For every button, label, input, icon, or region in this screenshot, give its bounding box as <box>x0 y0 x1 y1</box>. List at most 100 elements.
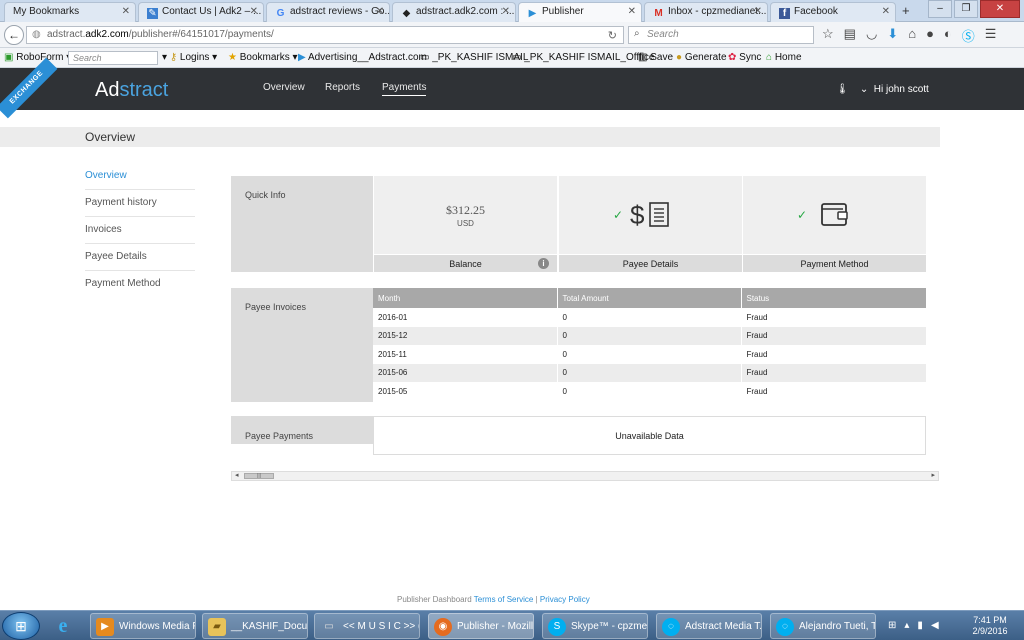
close-icon[interactable]: ✕ <box>882 6 890 17</box>
payee-details-icon: $ <box>630 200 669 230</box>
wallet-icon <box>821 203 848 226</box>
close-icon[interactable]: ✕ <box>122 6 130 17</box>
network-icon[interactable]: ▮ <box>917 620 923 631</box>
reading-list-icon[interactable]: ▤ <box>844 26 856 45</box>
windows-start-icon[interactable]: ⊞ <box>2 612 40 640</box>
browser-search-input[interactable]: ⌕ Search <box>628 26 814 44</box>
close-icon[interactable]: ✕ <box>376 6 384 17</box>
user-menu[interactable]: 🌡 ⌄ Hi john scott <box>836 84 929 95</box>
save-button[interactable]: ▥ Save <box>638 52 673 63</box>
sidenav-payment-method[interactable]: Payment Method <box>85 271 195 298</box>
window-controls: – ❐ ✕ <box>928 0 1020 20</box>
taskbar-item-skype[interactable]: S Skype™ - cpzmedia <box>542 613 648 639</box>
url-bar[interactable]: ◍ adstract.adk2.com/publisher#/64151017/… <box>26 26 624 44</box>
tab-publisher[interactable]: ▶ Publisher ✕ <box>518 2 642 22</box>
nav-overview[interactable]: Overview <box>263 82 305 93</box>
taskbar-item-music[interactable]: ▭ << M U S I C >> (... <box>314 613 420 639</box>
new-tab-icon[interactable]: + <box>902 3 910 18</box>
roboform-label: RoboForm <box>16 52 64 63</box>
taskbar-label: Publisher - Mozill... <box>457 621 534 632</box>
cell-total-amount: 0 <box>556 308 741 327</box>
taskbar-item-adstract-chat[interactable]: ◌ Adstract Media T... <box>656 613 762 639</box>
tab-facebook[interactable]: f Facebook ✕ <box>770 2 896 22</box>
close-window-icon[interactable]: ✕ <box>980 0 1020 18</box>
terms-link[interactable]: Terms of Service <box>474 595 534 604</box>
privacy-link[interactable]: Privacy Policy <box>540 595 590 604</box>
chat-icon: ◌ <box>662 618 680 636</box>
download-icon[interactable]: ⬇ <box>887 26 898 45</box>
close-icon[interactable]: ✕ <box>502 6 510 17</box>
bookmark-advertising[interactable]: ▶ Advertising__Adstract.com <box>298 52 427 63</box>
internet-explorer-icon[interactable]: e <box>50 615 76 637</box>
sync-label: Sync <box>739 52 762 63</box>
info-icon[interactable]: i <box>538 258 549 269</box>
payment-method-card[interactable]: ✓ Payment Method <box>742 176 926 272</box>
taskbar-item-media-player[interactable]: ▶ Windows Media P... <box>90 613 196 639</box>
bookmark-label: _PK_KASHIF ISMAIL_Offfice <box>524 52 655 63</box>
column-header-month[interactable]: Month <box>373 288 557 308</box>
windows-flag-icon[interactable]: ⊞ <box>888 620 896 631</box>
tab-adstract-reviews[interactable]: Gadstract reviews - Go... ✕ <box>266 2 390 22</box>
close-icon[interactable]: ✕ <box>250 6 258 17</box>
section-label: Quick Info <box>245 190 286 200</box>
taskbar-item-firefox[interactable]: ◉ Publisher - Mozill... <box>428 613 534 639</box>
reload-icon[interactable]: ↻ <box>608 29 617 42</box>
star-icon[interactable]: ☆ <box>822 26 834 45</box>
volume-icon[interactable]: ◀ <box>931 620 939 631</box>
nav-reports[interactable]: Reports <box>325 82 360 93</box>
sidenav-payee-details[interactable]: Payee Details <box>85 244 195 271</box>
column-header-status[interactable]: Status <box>740 288 926 308</box>
tab-adstract-adk2[interactable]: ◆ adstract.adk2.com : ... ✕ <box>392 2 516 22</box>
home-icon[interactable]: ⌂ <box>908 26 916 45</box>
balance-currency: USD <box>457 219 474 228</box>
scroll-right-icon[interactable]: ▸ <box>931 471 935 479</box>
sidenav-overview[interactable]: Overview <box>85 163 195 190</box>
taskbar-item-alejandro-chat[interactable]: ◌ Alejandro Tueti, T... <box>770 613 876 639</box>
page-title: Overview <box>85 130 136 144</box>
url-domain: adk2.com <box>85 29 129 40</box>
close-icon[interactable]: ✕ <box>754 6 762 17</box>
taskbar-item-folder[interactable]: ▰ __KASHIF_Docum... <box>202 613 308 639</box>
sidenav-payment-history[interactable]: Payment history <box>85 190 195 217</box>
restore-icon[interactable]: ❐ <box>954 0 978 18</box>
logins-button[interactable]: ▾ ⚷ Logins ▾ <box>162 52 217 63</box>
table-row: 2016-01 0 Fraud <box>373 308 926 327</box>
roboform-icon[interactable]: ◐ <box>944 26 952 45</box>
search-placeholder: Search <box>73 53 102 63</box>
back-arrow-icon[interactable]: ← <box>4 25 24 45</box>
tab-contact-us[interactable]: ✎ Contact Us | Adk2 – ... ✕ <box>138 2 264 22</box>
pocket-icon[interactable]: ◡ <box>866 26 877 45</box>
minimize-icon[interactable]: – <box>928 0 952 18</box>
thermometer-icon[interactable]: 🌡 <box>836 84 849 95</box>
cell-total-amount: 0 <box>556 363 741 382</box>
home-button[interactable]: ⌂ Home <box>766 52 802 63</box>
chat-icon[interactable]: ● <box>926 26 934 45</box>
tray-arrow-icon[interactable]: ▴ <box>904 620 909 631</box>
bookmarks-button[interactable]: ★ Bookmarks ▾ <box>228 52 298 63</box>
roboform-search-input[interactable]: Search <box>68 51 158 65</box>
horizontal-scrollbar[interactable]: ◂ ||| ▸ <box>231 471 939 481</box>
generate-label: Generate <box>684 52 727 63</box>
nav-payments[interactable]: Payments <box>382 82 427 96</box>
tab-my-bookmarks[interactable]: My Bookmarks ✕ <box>4 2 136 22</box>
tab-inbox[interactable]: M Inbox - cpzmedianet... ✕ <box>644 2 768 22</box>
system-clock[interactable]: 7:41 PM 2/9/2016 <box>968 615 1012 637</box>
scroll-left-icon[interactable]: ◂ <box>235 471 239 479</box>
scroll-thumb[interactable]: ||| <box>244 473 274 479</box>
adstract-logo[interactable]: Adstract <box>95 79 168 102</box>
column-header-total-amount[interactable]: Total Amount <box>556 288 741 308</box>
url-path: /publisher#/64151017/payments/ <box>128 29 274 40</box>
tab-label: Contact Us | Adk2 – ... <box>162 6 262 17</box>
payee-details-card[interactable]: ✓ $ Payee Details <box>558 176 742 272</box>
tab-label: Inbox - cpzmedianet... <box>668 6 767 17</box>
roboform-button[interactable]: ▣ RoboForm ▾ <box>4 52 71 63</box>
menu-icon[interactable]: ☰ <box>985 26 997 45</box>
skype-icon[interactable]: Ⓢ <box>962 26 975 45</box>
bookmark-pk2[interactable]: ▭ _PK_KASHIF ISMAIL_Offfice <box>512 52 654 63</box>
close-icon[interactable]: ✕ <box>628 6 636 17</box>
sync-button[interactable]: ✿ Sync <box>728 52 761 63</box>
browser-tab-strip: My Bookmarks ✕ ✎ Contact Us | Adk2 – ... … <box>0 0 1024 22</box>
sidenav-invoices[interactable]: Invoices <box>85 217 195 244</box>
generate-button[interactable]: ● Generate <box>676 52 727 63</box>
svg-text:$: $ <box>630 200 645 230</box>
